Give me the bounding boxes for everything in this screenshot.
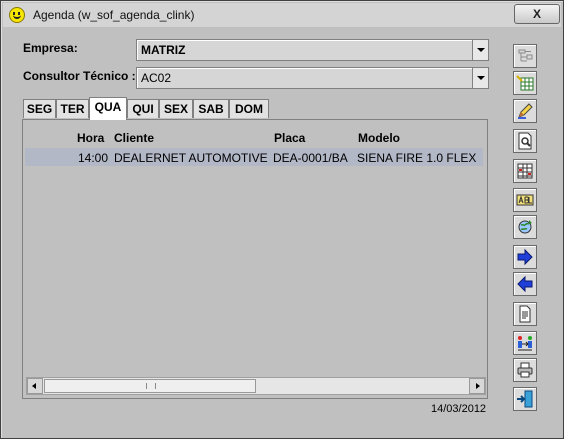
tab-qua[interactable]: QUA (89, 97, 127, 120)
document-button[interactable] (513, 302, 537, 326)
empresa-select[interactable]: MATRIZ (136, 39, 489, 61)
window-title: Agenda (w_sof_agenda_clink) (33, 8, 195, 22)
horizontal-scrollbar[interactable] (26, 377, 486, 395)
tab-qui[interactable]: QUI (127, 99, 159, 118)
header-modelo: Modelo (358, 131, 400, 145)
document-icon (519, 305, 531, 323)
chevron-down-icon[interactable] (472, 40, 488, 60)
status-date: 14/03/2012 (431, 403, 487, 415)
pencil-edit-button[interactable] (513, 99, 537, 123)
tree-view-button[interactable] (513, 44, 537, 68)
header-cliente: Cliente (114, 131, 155, 145)
pencil-edit-icon (518, 103, 533, 119)
empresa-value: MATRIZ (141, 43, 186, 57)
scroll-left-icon[interactable] (27, 378, 43, 394)
cell-hora: 14:00 (78, 151, 109, 165)
header-placa: Placa (274, 131, 306, 145)
grid-icon (517, 163, 533, 179)
close-button[interactable]: X (514, 4, 560, 24)
header-hora: Hora (77, 131, 105, 145)
transfer-people-button[interactable] (513, 331, 537, 355)
table-edit-button[interactable] (513, 71, 537, 95)
chevron-down-icon[interactable] (472, 68, 488, 88)
ab-label-icon (516, 194, 534, 206)
exit-button[interactable] (513, 387, 537, 411)
refresh-globe-icon (518, 220, 532, 234)
tab-dom[interactable]: DOM (229, 99, 269, 118)
schedule-panel: Hora Cliente Placa Modelo 14:00 DEALERNE… (22, 119, 488, 399)
smiley-app-icon (9, 7, 25, 23)
consultor-value: AC02 (141, 71, 172, 85)
table-row[interactable]: 14:00 DEALERNET AUTOMOTIVE I DEA-0001/BA… (25, 148, 483, 166)
arrow-right-icon (517, 248, 533, 266)
transfer-people-icon (518, 336, 532, 351)
title-bar[interactable]: Agenda (w_sof_agenda_clink) X (3, 3, 561, 27)
search-document-icon (518, 132, 532, 150)
grid-button[interactable] (513, 159, 537, 183)
ab-label-button[interactable] (513, 188, 537, 212)
tab-ter[interactable]: TER (56, 99, 89, 118)
arrow-left-icon (517, 275, 533, 293)
search-document-button[interactable] (513, 129, 537, 153)
empresa-label: Empresa: (23, 41, 78, 55)
print-button[interactable] (513, 358, 537, 382)
tab-seg[interactable]: SEG (23, 99, 56, 118)
cell-modelo: SIENA FIRE 1.0 FLEX (357, 151, 477, 165)
previous-button[interactable] (513, 272, 537, 296)
cell-cliente: DEALERNET AUTOMOTIVE I (114, 151, 271, 165)
consultor-label: Consultor Técnico : (23, 69, 136, 83)
exit-door-icon (517, 390, 533, 408)
agenda-window: Agenda (w_sof_agenda_clink) X Empresa: M… (0, 0, 564, 439)
scroll-thumb[interactable] (44, 379, 256, 393)
next-button[interactable] (513, 245, 537, 269)
scroll-right-icon[interactable] (469, 378, 485, 394)
table-edit-icon (516, 75, 534, 91)
tab-sex[interactable]: SEX (159, 99, 193, 118)
consultor-select[interactable]: AC02 (136, 67, 489, 89)
print-icon (517, 362, 533, 378)
tab-sab[interactable]: SAB (193, 99, 229, 118)
cell-placa: DEA-0001/BA (273, 151, 348, 165)
refresh-globe-button[interactable] (513, 215, 537, 239)
tree-view-icon (518, 49, 533, 62)
